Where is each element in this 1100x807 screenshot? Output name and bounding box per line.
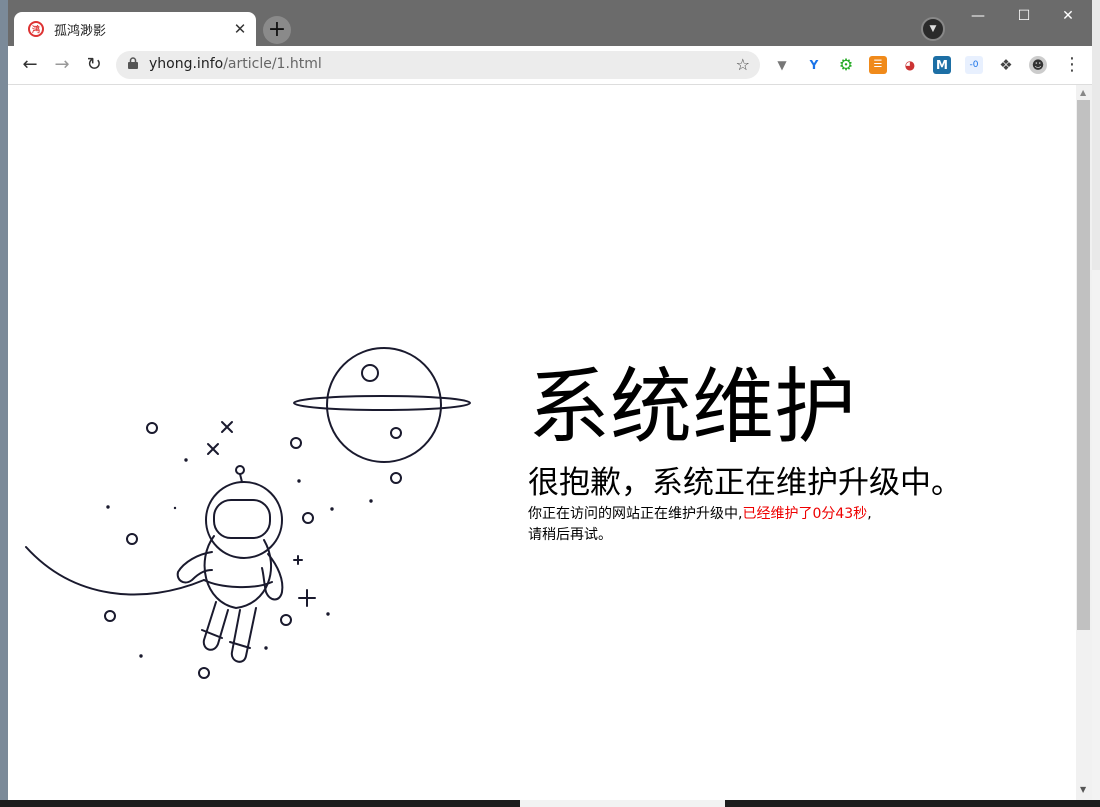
site-favicon-icon: 鸿	[28, 21, 44, 37]
url-text: yhong.info/article/1.html	[149, 56, 322, 72]
maintenance-timer: 已经维护了0分43秒	[742, 506, 868, 522]
astronaut-icon	[176, 465, 284, 663]
extension-v-icon[interactable]: ▼	[773, 56, 791, 74]
reload-button[interactable]: ↻	[82, 54, 106, 76]
extension-orange-icon[interactable]: ☰	[869, 56, 887, 74]
lock-icon	[128, 57, 138, 69]
back-button[interactable]: ←	[18, 54, 42, 76]
title-bar: 鸿 孤鸿渺影 ✕ + ▼ — ☐ ✕	[8, 0, 1092, 46]
page-subtitle: 很抱歉，系统正在维护升级中。	[528, 465, 962, 501]
tab-search-icon[interactable]: ▼	[921, 17, 945, 41]
desktop-background-window-bottom	[520, 800, 725, 807]
page-title: 系统维护	[528, 360, 857, 455]
page-content: 系统维护 很抱歉，系统正在维护升级中。 你正在访问的网站正在维护升级中,已经维护…	[8, 85, 1076, 800]
browser-menu-icon[interactable]: ⋮	[1063, 54, 1081, 75]
message-prefix: 你正在访问的网站正在维护升级中,	[528, 506, 743, 522]
url-host: yhong.info	[149, 56, 224, 72]
close-window-button[interactable]: ✕	[1048, 6, 1088, 26]
new-tab-button[interactable]: +	[263, 16, 291, 44]
url-path: /article/1.html	[223, 56, 322, 72]
tab-title: 孤鸿渺影	[54, 23, 107, 39]
message-suffix: ,	[867, 506, 872, 522]
browser-toolbar: ← → ↻ yhong.info/article/1.html ☆ ▼ Y ⚙ …	[8, 46, 1092, 85]
extension-gear-icon[interactable]: ⚙	[837, 56, 855, 74]
extension-m-icon[interactable]: M	[933, 56, 951, 74]
browser-window: 鸿 孤鸿渺影 ✕ + ▼ — ☐ ✕ ← → ↻ yhong.info/arti…	[8, 0, 1092, 800]
scrollbar-thumb[interactable]	[1077, 100, 1090, 630]
browser-tab[interactable]: 鸿 孤鸿渺影 ✕	[14, 12, 256, 46]
desktop-background-window	[1092, 270, 1100, 807]
scroll-down-icon[interactable]: ▼	[1080, 785, 1086, 794]
maintenance-message: 你正在访问的网站正在维护升级中,已经维护了0分43秒, 请稍后再试。	[528, 504, 948, 546]
extension-snail-icon[interactable]: ◕	[901, 56, 919, 74]
extensions-puzzle-icon[interactable]: ❖	[997, 56, 1015, 74]
forward-button[interactable]: →	[50, 54, 74, 76]
planet-icon	[293, 347, 471, 463]
scroll-up-icon[interactable]: ▲	[1080, 88, 1086, 97]
profile-avatar[interactable]: ☻	[1029, 56, 1047, 74]
page-scrollbar[interactable]: ▲ ▼	[1076, 85, 1092, 800]
message-retry: 请稍后再试。	[528, 527, 612, 543]
extension-translate-icon[interactable]: -0	[965, 56, 983, 74]
extension-y-icon[interactable]: Y	[805, 56, 823, 74]
bookmark-star-icon[interactable]: ☆	[736, 55, 750, 74]
astronaut-illustration	[25, 347, 471, 679]
desktop-edge-left	[0, 0, 8, 807]
maximize-button[interactable]: ☐	[1004, 6, 1044, 26]
minimize-button[interactable]: —	[958, 6, 998, 26]
horizon-curve	[25, 546, 205, 596]
address-bar[interactable]: yhong.info/article/1.html ☆	[116, 51, 760, 79]
tab-close-icon[interactable]: ✕	[230, 20, 250, 38]
